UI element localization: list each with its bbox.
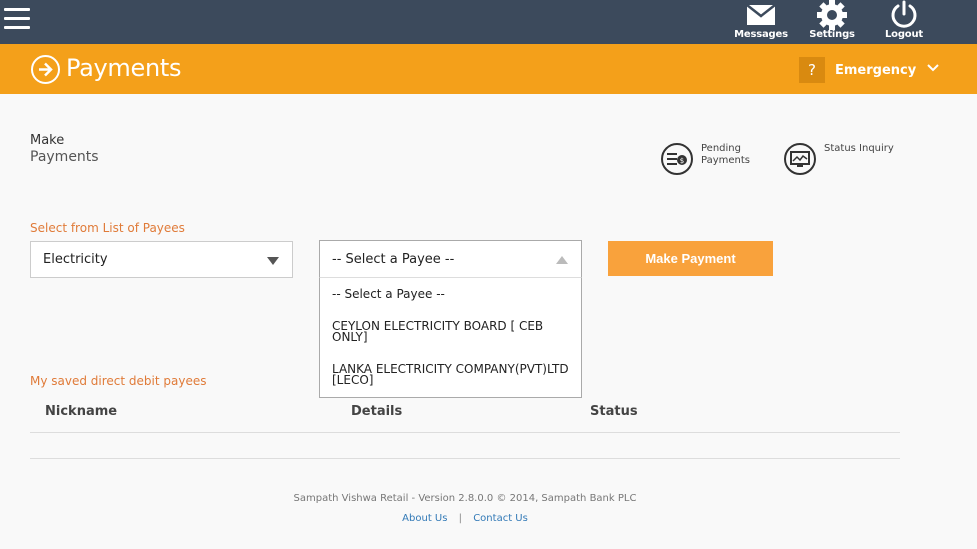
monitor-chart-icon <box>784 143 816 175</box>
svg-text:$: $ <box>680 157 684 165</box>
footer-links: About Us | Contact Us <box>0 513 930 524</box>
logout-button[interactable]: Logout <box>882 0 926 44</box>
messages-label: Messages <box>734 29 788 40</box>
payee-option[interactable]: -- Select a Payee -- <box>332 288 572 300</box>
settings-label: Settings <box>809 29 855 40</box>
payee-option-ceb[interactable]: CEYLON ELECTRICITY BOARD [ CEB ONLY] <box>332 320 572 343</box>
arrow-circle-icon <box>31 55 60 84</box>
payee-category-value: Electricity <box>43 252 108 267</box>
payee-select[interactable]: -- Select a Payee -- <box>319 240 582 278</box>
make-payment-button[interactable]: Make Payment <box>608 241 773 276</box>
payee-dropdown-list: -- Select a Payee -- CEYLON ELECTRICITY … <box>319 277 582 398</box>
column-header-details: Details <box>351 404 403 419</box>
status-inquiry-label: Status Inquiry <box>824 143 894 154</box>
column-header-nickname: Nickname <box>45 404 118 419</box>
payee-list-label: Select from List of Payees <box>30 221 185 235</box>
help-button[interactable]: ? <box>799 57 825 83</box>
section-heading-make: Make <box>30 133 65 148</box>
pending-payments-link[interactable]: $ Pending Payments <box>661 143 750 175</box>
contact-us-link[interactable]: Contact Us <box>473 513 528 524</box>
settings-button[interactable]: Settings <box>808 0 856 44</box>
payee-select-value: -- Select a Payee -- <box>332 252 455 267</box>
pending-label-line1: Pending <box>701 143 741 154</box>
pending-payments-icon: $ <box>661 143 693 175</box>
column-header-status: Status <box>590 404 638 419</box>
footer-divider <box>30 458 900 459</box>
power-icon <box>882 0 926 30</box>
saved-payees-label: My saved direct debit payees <box>30 374 207 388</box>
status-inquiry-link[interactable]: Status Inquiry <box>784 143 894 175</box>
page-header-band: Payments ? Emergency <box>0 44 977 94</box>
emergency-menu[interactable]: Emergency <box>835 61 939 78</box>
payee-option-leco[interactable]: LANKA ELECTRICITY COMPANY(PVT)LTD [LECO] <box>332 363 572 386</box>
section-heading-payments: Payments <box>30 149 99 165</box>
envelope-icon <box>734 0 788 30</box>
menu-icon[interactable] <box>4 8 30 30</box>
page-title: Payments <box>66 54 182 82</box>
gear-icon <box>808 0 856 30</box>
footer-copyright: Sampath Vishwa Retail - Version 2.8.0.0 … <box>293 493 637 504</box>
logout-label: Logout <box>885 29 923 40</box>
footer-separator: | <box>458 513 463 524</box>
chevron-down-icon <box>927 61 939 76</box>
pending-label-line2: Payments <box>701 155 750 166</box>
emergency-label: Emergency <box>835 63 917 78</box>
top-navigation-bar: Messages Settings Logout <box>0 0 977 44</box>
about-us-link[interactable]: About Us <box>402 513 447 524</box>
payee-category-select[interactable]: Electricity <box>30 241 293 278</box>
triangle-down-icon <box>267 257 279 265</box>
triangle-up-icon <box>556 256 568 264</box>
table-divider <box>30 432 900 433</box>
messages-button[interactable]: Messages <box>734 0 788 44</box>
